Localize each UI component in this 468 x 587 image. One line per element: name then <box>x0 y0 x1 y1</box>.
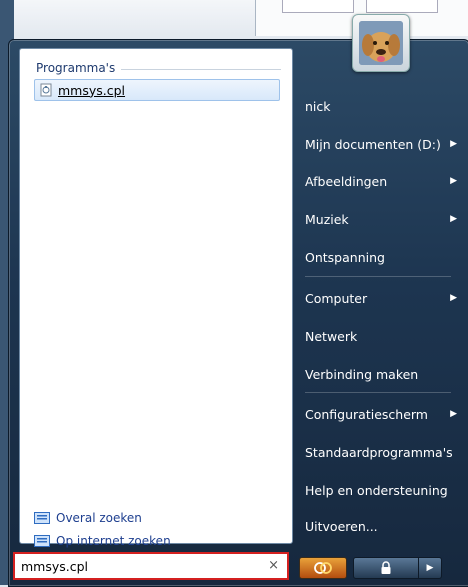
right-item-help[interactable]: Help en ondersteuning <box>305 480 457 500</box>
user-avatar[interactable] <box>352 14 410 72</box>
search-internet-icon <box>34 535 50 547</box>
shutdown-options-button[interactable]: ▶ <box>418 557 442 579</box>
search-everywhere-icon <box>34 512 50 524</box>
right-item-label: Computer <box>305 290 368 306</box>
result-item-mmsys[interactable]: mmsys.cpl <box>34 79 280 101</box>
right-item-label: Verbinding maken <box>305 366 419 382</box>
right-item-label: Mijn documenten (D:) <box>305 136 441 152</box>
menu-separator <box>305 392 451 393</box>
right-item-default-programs[interactable]: Standaardprogramma's <box>305 442 457 462</box>
search-results-pane: Programma's mmsys.cpl Overal zoeken Op i… <box>19 48 293 548</box>
right-item-label: Configuratiescherm <box>305 406 428 422</box>
right-item-control-panel[interactable]: Configuratiescherm ▶ <box>305 404 457 424</box>
submenu-arrow-icon: ▶ <box>450 293 457 303</box>
search-internet-link[interactable]: Op internet zoeken <box>34 532 171 550</box>
search-input[interactable] <box>21 557 261 575</box>
control-panel-file-icon <box>40 83 52 97</box>
clear-search-icon[interactable]: × <box>268 558 279 573</box>
results-group-label: Programma's <box>36 61 116 75</box>
submenu-arrow-icon: ▶ <box>450 139 457 149</box>
submenu-arrow-icon: ▶ <box>450 214 457 224</box>
start-menu: Programma's mmsys.cpl Overal zoeken Op i… <box>8 14 468 587</box>
right-item-documents[interactable]: Mijn documenten (D:) ▶ <box>305 134 457 154</box>
right-item-pictures[interactable]: Afbeeldingen ▶ <box>305 171 457 191</box>
right-item-run[interactable]: Uitvoeren... <box>305 516 457 536</box>
right-item-connect[interactable]: Verbinding maken <box>305 364 457 384</box>
lock-icon <box>381 561 391 574</box>
right-item-user[interactable]: nick <box>305 96 457 116</box>
submenu-arrow-icon: ▶ <box>450 409 457 419</box>
submenu-arrow-icon: ▶ <box>450 176 457 186</box>
background-button <box>282 0 354 13</box>
results-group-header: Programma's <box>36 61 281 75</box>
search-everywhere-label: Overal zoeken <box>56 511 142 525</box>
menu-separator <box>305 276 451 277</box>
right-item-label: Netwerk <box>305 328 358 344</box>
result-item-label: mmsys.cpl <box>58 82 126 98</box>
right-item-label: Ontspanning <box>305 249 385 265</box>
lock-button[interactable] <box>353 557 419 579</box>
power-icon <box>314 562 332 574</box>
right-item-label: nick <box>305 98 331 114</box>
right-item-label: Standaardprogramma's <box>305 444 453 460</box>
power-button[interactable] <box>299 557 347 579</box>
start-search-box[interactable]: × <box>13 552 289 580</box>
right-item-music[interactable]: Muziek ▶ <box>305 209 457 229</box>
right-item-games[interactable]: Ontspanning <box>305 247 457 267</box>
right-item-label: Afbeeldingen <box>305 173 388 189</box>
background-button <box>366 0 438 13</box>
group-divider <box>121 68 281 70</box>
right-item-label: Uitvoeren... <box>305 518 378 534</box>
dog-picture-icon <box>359 21 403 65</box>
search-everywhere-link[interactable]: Overal zoeken <box>34 509 142 527</box>
search-internet-label: Op internet zoeken <box>56 534 171 548</box>
right-item-network[interactable]: Netwerk <box>305 326 457 346</box>
right-item-label: Muziek <box>305 211 349 227</box>
right-item-computer[interactable]: Computer ▶ <box>305 288 457 308</box>
chevron-right-icon: ▶ <box>426 563 434 573</box>
right-item-label: Help en ondersteuning <box>305 482 448 498</box>
